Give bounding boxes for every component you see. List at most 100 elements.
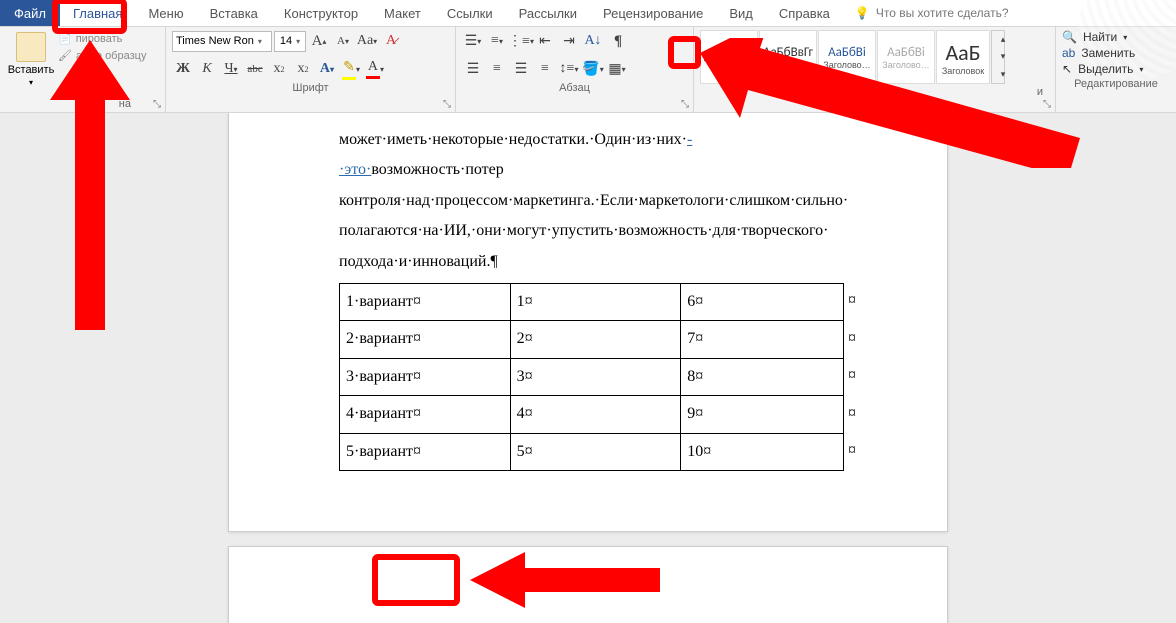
grow-font-button[interactable]: A▴ — [308, 30, 330, 52]
align-right-button[interactable]: ☰ — [510, 58, 532, 80]
clipboard-launcher-icon[interactable]: ⤡ — [151, 98, 163, 110]
copy-label: пировать — [76, 33, 123, 45]
table-cell[interactable]: 10¤ — [681, 433, 844, 470]
group-styles-label: и — [1037, 86, 1043, 98]
justify-button[interactable]: ≡ — [534, 58, 556, 80]
tab-view[interactable]: Вид — [716, 0, 766, 26]
chevron-down-icon: ▾ — [296, 37, 300, 46]
tell-me-search[interactable]: 💡 Что вы хотите сделать? — [855, 0, 1009, 26]
tab-layout[interactable]: Макет — [371, 0, 434, 26]
font-size-select[interactable]: 14 ▾ — [274, 31, 306, 52]
tab-menu[interactable]: Меню — [135, 0, 196, 26]
table-cell[interactable]: 1·вариант¤ — [340, 283, 511, 320]
paragraph-line: полагаются·на·ИИ,·они·могут·упустить·воз… — [339, 216, 857, 246]
tab-insert[interactable]: Вставка — [197, 0, 271, 26]
shrink-font-button[interactable]: A▾ — [332, 30, 354, 52]
style-tile-normal[interactable]: АаБбВвГг — [700, 30, 758, 84]
table-cell[interactable]: 4¤ — [510, 396, 681, 433]
superscript-button[interactable]: x2 — [292, 58, 314, 80]
table-row[interactable]: 2·вариант¤2¤7¤¤ — [340, 321, 857, 358]
styles-up-button[interactable]: ▴ — [992, 31, 1014, 48]
show-hide-marks-button[interactable]: ¶ — [606, 30, 630, 52]
strikethrough-button[interactable]: abc — [244, 58, 266, 80]
tab-mailings[interactable]: Рассылки — [506, 0, 590, 26]
group-font-label: Шрифт — [172, 80, 449, 96]
tab-references[interactable]: Ссылки — [434, 0, 506, 26]
multilevel-button[interactable]: ⋮≡▾ — [510, 30, 532, 52]
style-tile-heading2[interactable]: АаБбВіЗаголово… — [877, 30, 935, 84]
paste-button[interactable]: Вставить ▾ — [6, 30, 56, 89]
replace-button[interactable]: abЗаменить — [1062, 46, 1170, 60]
change-case-button[interactable]: Aa▾ — [356, 30, 378, 52]
decrease-indent-button[interactable]: ⇤ — [534, 30, 556, 52]
increase-indent-button[interactable]: ⇥ — [558, 30, 580, 52]
table-cell[interactable]: 2·вариант¤ — [340, 321, 511, 358]
ribbon-tabstrip: Файл Главная Меню Вставка Конструктор Ма… — [0, 0, 1176, 26]
line-spacing-button[interactable]: ↕≡▾ — [558, 58, 580, 80]
tab-file[interactable]: Файл — [0, 0, 60, 26]
styles-more-button[interactable]: ▾ — [992, 66, 1014, 83]
table-row[interactable]: 3·вариант¤3¤8¤¤ — [340, 358, 857, 395]
font-launcher-icon[interactable]: ⤡ — [441, 98, 453, 110]
subscript-button[interactable]: x2 — [268, 58, 290, 80]
empty-paragraph-mark[interactable]: ¶ — [339, 617, 407, 623]
table-cell[interactable]: 1¤ — [510, 283, 681, 320]
underline-button[interactable]: Ч▾ — [220, 58, 242, 80]
table-cell[interactable]: 3·вариант¤ — [340, 358, 511, 395]
clear-format-button[interactable]: A̷ — [380, 30, 402, 52]
style-tile-title[interactable]: АаБЗаголовок — [936, 30, 990, 84]
table-cell[interactable]: 6¤ — [681, 283, 844, 320]
paste-label: Вставить — [8, 64, 55, 76]
row-end-mark: ¤ — [844, 396, 857, 433]
tab-review[interactable]: Рецензирование — [590, 0, 716, 26]
tab-home[interactable]: Главная — [60, 0, 135, 26]
table-cell[interactable]: 9¤ — [681, 396, 844, 433]
borders-button[interactable]: ▦▾ — [606, 58, 628, 80]
copy-button[interactable]: 📄 пировать — [58, 32, 146, 45]
table-cell[interactable]: 5¤ — [510, 433, 681, 470]
group-styles: АаБбВвГг АаБбВвГг¶ Без инте… АаБбВіЗагол… — [694, 27, 1056, 112]
chevron-down-icon: ▾ — [258, 37, 262, 46]
row-end-mark: ¤ — [844, 358, 857, 395]
align-left-button[interactable]: ☰ — [462, 58, 484, 80]
document-table[interactable]: 1·вариант¤1¤6¤¤2·вариант¤2¤7¤¤3·вариант¤… — [339, 283, 857, 471]
sort-button[interactable]: A↓ — [582, 30, 604, 52]
table-cell[interactable]: 5·вариант¤ — [340, 433, 511, 470]
font-name-select[interactable]: Times New Ron▾ — [172, 31, 272, 52]
table-cell[interactable]: 8¤ — [681, 358, 844, 395]
shading-button[interactable]: 🪣▾ — [582, 58, 604, 80]
select-button[interactable]: ↖Выделить▾ — [1062, 62, 1170, 76]
tab-design[interactable]: Конструктор — [271, 0, 371, 26]
highlight-button[interactable]: ✎▾ — [340, 58, 362, 80]
bullets-button[interactable]: ☰▾ — [462, 30, 484, 52]
table-cell[interactable]: 2¤ — [510, 321, 681, 358]
tab-help[interactable]: Справка — [766, 0, 843, 26]
group-clipboard-label: на — [119, 98, 131, 110]
paragraph-launcher-icon[interactable]: ⤡ — [679, 98, 691, 110]
document-area[interactable]: может·иметь·некоторые·недостатки.·Один·и… — [0, 113, 1176, 623]
styles-down-button[interactable]: ▾ — [992, 48, 1014, 65]
format-painter-label: ат по образцу — [76, 50, 146, 62]
styles-launcher-icon[interactable]: ⤡ — [1041, 98, 1053, 110]
font-size-value: 14 — [280, 35, 292, 47]
paragraph-line: подхода·и·инноваций.¶ — [339, 247, 857, 277]
table-cell[interactable]: 4·вариант¤ — [340, 396, 511, 433]
table-cell[interactable]: 3¤ — [510, 358, 681, 395]
table-row[interactable]: 5·вариант¤5¤10¤¤ — [340, 433, 857, 470]
align-center-button[interactable]: ≡ — [486, 58, 508, 80]
style-tile-nospacing[interactable]: АаБбВвГг¶ Без инте… — [759, 30, 817, 84]
page-2: ¶ — [228, 546, 948, 623]
find-button[interactable]: 🔍Найти▾ — [1062, 30, 1170, 44]
format-painter-button[interactable]: 🖌 ат по образцу — [58, 49, 146, 62]
style-tile-heading1[interactable]: АаБбВіЗаголово… — [818, 30, 876, 84]
text-effects-button[interactable]: A▾ — [316, 58, 338, 80]
italic-button[interactable]: К — [196, 58, 218, 80]
replace-label: Заменить — [1081, 46, 1135, 60]
font-color-button[interactable]: A▾ — [364, 58, 386, 80]
table-row[interactable]: 4·вариант¤4¤9¤¤ — [340, 396, 857, 433]
table-row[interactable]: 1·вариант¤1¤6¤¤ — [340, 283, 857, 320]
bold-button[interactable]: Ж — [172, 58, 194, 80]
table-cell[interactable]: 7¤ — [681, 321, 844, 358]
numbering-button[interactable]: ≡▾ — [486, 30, 508, 52]
document-body[interactable]: может·иметь·некоторые·недостатки.·Один·и… — [229, 113, 947, 471]
